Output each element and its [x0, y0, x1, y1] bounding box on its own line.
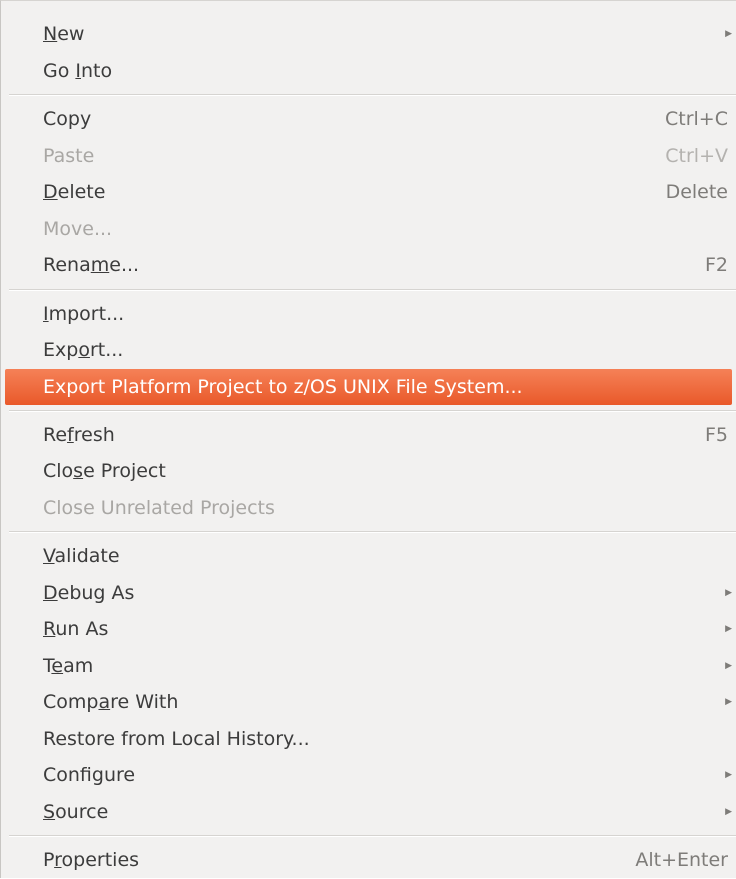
context-menu: New ▶ Go Into Copy Ctrl+C Paste Ctrl+V D…: [0, 0, 736, 878]
menu-item-delete[interactable]: Delete Delete: [1, 174, 736, 211]
menu-item-label: Export...: [43, 339, 124, 361]
menu-item-label: Close Project: [43, 460, 166, 482]
menu-item-label: Properties: [43, 849, 140, 871]
menu-item-team[interactable]: Team ▶: [1, 648, 736, 685]
menu-item-run-as[interactable]: Run As ▶: [1, 611, 736, 648]
menu-item-label: Compare With: [43, 691, 179, 713]
menu-item-close-unrelated-projects: Close Unrelated Projects: [1, 490, 736, 527]
submenu-arrow-icon: ▶: [725, 770, 732, 780]
menu-item-label: Export Platform Project to z/OS UNIX Fil…: [43, 375, 523, 398]
submenu-arrow-icon: ▶: [725, 587, 732, 598]
menu-item-label: Move...: [43, 217, 113, 240]
menu-item-label: Source: [43, 800, 109, 823]
menu-item-label: Run As: [43, 618, 109, 640]
menu-item-label: Close Unrelated Projects: [43, 496, 275, 519]
menu-item-shortcut: F2: [704, 254, 728, 276]
menu-item-compare-with[interactable]: Compare With ▶: [1, 684, 736, 721]
menu-item-shortcut: Alt+Enter: [635, 849, 728, 871]
menu-item-import[interactable]: Import...: [1, 296, 736, 333]
menu-item-shortcut: Delete: [665, 181, 728, 203]
menu-item-shortcut: Ctrl+V: [665, 144, 728, 167]
menu-separator: [9, 94, 736, 96]
menu-item-label: Go Into: [43, 59, 113, 82]
menu-item-shortcut: F5: [704, 423, 728, 446]
menu-item-label: Team: [43, 654, 94, 677]
submenu-arrow-icon: ▶: [725, 624, 732, 634]
menu-item-label: New: [43, 23, 85, 45]
menu-item-label: Copy: [43, 108, 92, 130]
menu-separator: [9, 409, 736, 412]
submenu-arrow-icon: ▶: [725, 29, 732, 39]
menu-item-restore-local-history[interactable]: Restore from Local History...: [1, 721, 736, 758]
menu-item-debug-as[interactable]: Debug As ▶: [1, 575, 736, 612]
menu-item-paste: Paste Ctrl+V: [1, 138, 736, 175]
menu-item-move: Move...: [1, 211, 736, 248]
submenu-arrow-icon: ▶: [725, 697, 732, 707]
menu-item-validate[interactable]: Validate: [1, 538, 736, 575]
menu-item-label: Rename...: [43, 254, 140, 276]
menu-item-label: Debug As: [43, 581, 135, 604]
menu-item-close-project[interactable]: Close Project: [1, 453, 736, 490]
menu-item-copy[interactable]: Copy Ctrl+C: [1, 101, 736, 138]
menu-separator: [9, 531, 736, 533]
menu-item-label: Configure: [43, 764, 136, 786]
menu-item-label: Paste: [43, 144, 95, 167]
menu-item-shortcut: Ctrl+C: [665, 108, 728, 130]
submenu-arrow-icon: ▶: [725, 660, 732, 671]
submenu-arrow-icon: ▶: [725, 806, 732, 817]
menu-item-configure[interactable]: Configure ▶: [1, 757, 736, 794]
menu-separator: [9, 835, 736, 837]
menu-item-label: Restore from Local History...: [43, 727, 310, 750]
menu-item-new[interactable]: New ▶: [1, 16, 736, 53]
menu-item-refresh[interactable]: Refresh F5: [1, 417, 736, 454]
menu-item-label: Refresh: [43, 423, 115, 446]
menu-item-export[interactable]: Export...: [1, 332, 736, 369]
menu-item-rename[interactable]: Rename... F2: [1, 247, 736, 284]
menu-item-export-platform-project[interactable]: Export Platform Project to z/OS UNIX Fil…: [5, 368, 732, 405]
menu-item-label: Import...: [43, 302, 125, 325]
menu-separator: [9, 288, 736, 291]
menu-item-properties[interactable]: Properties Alt+Enter: [1, 842, 736, 879]
menu-item-label: Validate: [43, 545, 120, 567]
menu-item-go-into[interactable]: Go Into: [1, 53, 736, 90]
menu-item-label: Delete: [43, 181, 106, 203]
menu-item-source[interactable]: Source ▶: [1, 794, 736, 831]
